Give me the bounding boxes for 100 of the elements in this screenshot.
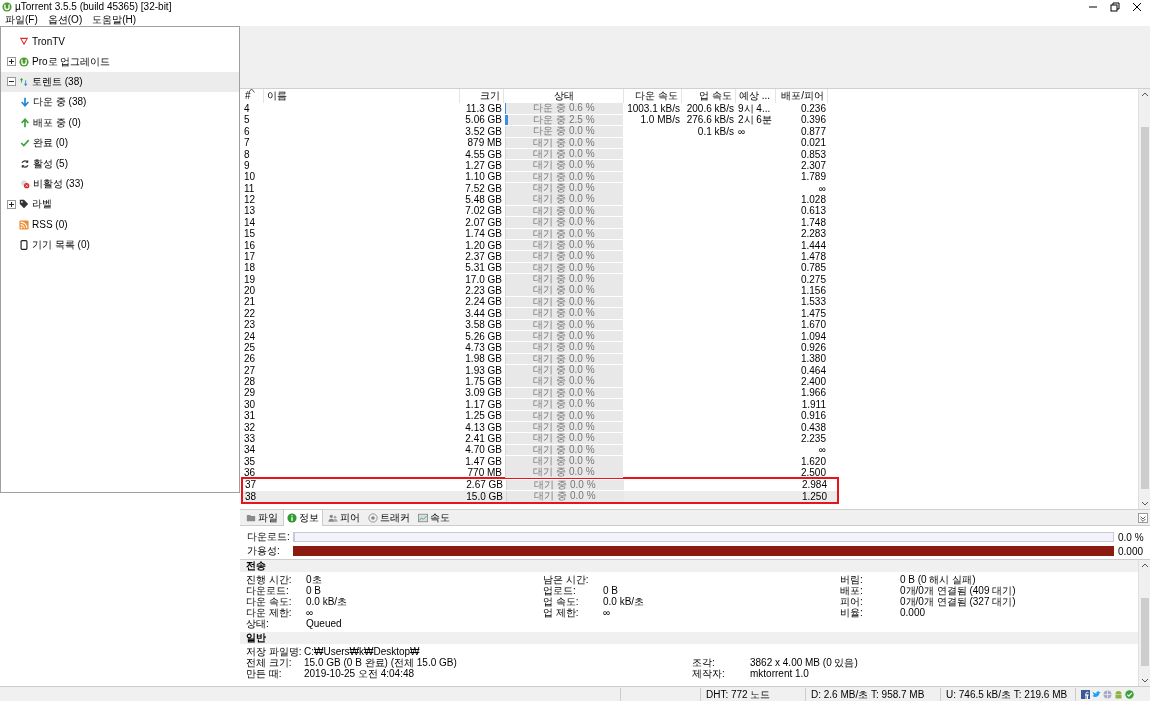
sidebar-item[interactable]: 토렌트 (38): [1, 71, 239, 93]
column-header[interactable]: 다운 속도: [624, 89, 682, 103]
field-value: 0초: [306, 574, 323, 585]
field-label: 다운로드:: [247, 530, 291, 544]
utorrent-logo-icon: [19, 56, 29, 67]
scrollbar-thumb[interactable]: [1140, 127, 1149, 489]
sidebar-item[interactable]: 라벨: [1, 194, 239, 215]
tab[interactable]: 피어: [325, 509, 363, 526]
scrollbar-thumb[interactable]: [1140, 598, 1149, 666]
restore-icon[interactable]: [1110, 1, 1120, 12]
collapse-icon[interactable]: [7, 77, 16, 87]
people-icon: [328, 512, 338, 523]
status-progress-bar: 대기 중 0.0 %: [505, 251, 623, 262]
table-cell-text: 6: [243, 125, 251, 138]
table-cell-text: 879 MB: [466, 137, 503, 149]
sidebar-item[interactable]: RSS (0): [1, 214, 239, 235]
table-cell-text: 4: [243, 103, 251, 115]
table-cell-text: 2.500: [799, 467, 827, 479]
column-header[interactable]: 크기: [460, 89, 504, 103]
field-value: mktorrent 1.0: [750, 668, 810, 679]
status-progress-bar: 대기 중 0.0 %: [505, 149, 623, 160]
table-cell-text: 2.283: [799, 228, 827, 240]
field-label: 버림:: [840, 574, 864, 585]
sidebar-item[interactable]: 배포 중 (0): [1, 112, 239, 133]
expand-icon[interactable]: [7, 57, 16, 67]
table-cell-text: ∞: [737, 125, 747, 138]
facebook-icon[interactable]: [1081, 689, 1090, 699]
collapse-button[interactable]: [1138, 512, 1148, 523]
table-cell-text: 1.25 GB: [464, 410, 503, 422]
table-cell-text: 38: [244, 490, 258, 503]
column-header[interactable]: #: [242, 89, 264, 103]
table-cell-text: 276.6 kB/s: [685, 114, 735, 126]
scroll-up-icon[interactable]: [1140, 91, 1149, 97]
status-progress-bar: 대기 중 0.0 %: [505, 353, 623, 365]
section-title: 전송: [246, 560, 266, 571]
status-progress-bar: 다운 중 0.0 %: [505, 126, 623, 137]
status-progress-bar: 대기 중 0.0 %: [505, 262, 623, 274]
table-cell-text: ∞: [817, 444, 827, 456]
field-label: 다운로드:: [246, 585, 290, 596]
table-cell-text: 1.93 GB: [464, 364, 503, 376]
status-progress-bar: 대기 중 0.0 %: [505, 274, 623, 285]
status-progress-bar: 다운 중 2.5 %: [505, 114, 623, 126]
close-icon[interactable]: [1132, 1, 1142, 12]
table-cell-text: 22: [243, 307, 257, 320]
table-cell-text: 1.966: [799, 387, 827, 399]
menu-item[interactable]: 옵션(O): [47, 12, 83, 27]
column-header[interactable]: 예상 ...: [736, 89, 776, 103]
table-cell-text: 1.27 GB: [464, 159, 503, 172]
column-header[interactable]: 업 속도: [682, 89, 736, 103]
scrollbar[interactable]: [1138, 560, 1150, 686]
sidebar-item[interactable]: 다운 중 (38): [1, 92, 239, 113]
sidebar-item[interactable]: 비활성 (33): [1, 173, 239, 195]
table-cell-text: 3.58 GB: [464, 319, 503, 331]
table-cell-text: 5.48 GB: [464, 194, 503, 206]
scroll-up-icon[interactable]: [1140, 562, 1149, 568]
sidebar-item[interactable]: Pro로 업그레이드: [1, 51, 239, 72]
column-header[interactable]: 배포/피어: [776, 89, 828, 103]
sidebar-item[interactable]: 기기 목록 (0): [1, 234, 239, 256]
table-cell-text: 0.1 kB/s: [696, 125, 735, 138]
status-progress-bar: 대기 중 0.0 %: [505, 194, 623, 205]
sort-icon: [248, 88, 255, 93]
menu-item[interactable]: 파일(F): [5, 12, 38, 27]
status-progress-bar: 대기 중 0.0 %: [505, 387, 623, 399]
field-label: 다운 제한:: [246, 607, 293, 618]
table-cell-text: 0.877: [799, 125, 827, 138]
scroll-down-icon[interactable]: [1140, 501, 1149, 507]
status-progress-bar: 대기 중 0.0 %: [505, 160, 623, 171]
sidebar-item[interactable]: 완료 (0): [1, 132, 239, 154]
table-cell-text: 18: [243, 262, 257, 274]
table-cell-text: 3.52 GB: [464, 125, 503, 138]
table-cell-text: 9: [243, 159, 251, 172]
table-cell-text: 1.533: [799, 296, 827, 308]
table-cell-text: 3.44 GB: [464, 307, 503, 320]
tab[interactable]: 파일: [243, 509, 281, 526]
status-progress-bar: 대기 중 0.0 %: [505, 171, 623, 183]
tab[interactable]: 트래커: [365, 509, 413, 526]
table-cell-text: 1.478: [799, 250, 827, 263]
tab[interactable]: 속도: [415, 509, 453, 526]
table-cell-text: 35: [243, 455, 257, 467]
table-cell-text: 1.748: [799, 216, 827, 229]
scrollbar[interactable]: [1138, 89, 1150, 509]
table-cell-text: 30: [243, 398, 257, 411]
tab[interactable]: 정보: [283, 509, 323, 526]
sidebar-item[interactable]: 활성 (5): [1, 153, 239, 174]
table-cell-text: 32: [243, 421, 257, 433]
table-cell-text: 10: [243, 171, 257, 183]
sidebar-item[interactable]: TronTV: [1, 31, 239, 52]
scroll-down-icon[interactable]: [1140, 678, 1149, 684]
field-label: 조각:: [692, 657, 716, 668]
column-header[interactable]: 이름: [264, 89, 460, 103]
table-cell-text: 2.67 GB: [465, 479, 504, 491]
tag-icon: [19, 199, 29, 210]
table-cell-text: 2.37 GB: [464, 250, 503, 263]
table-cell-text: 1.789: [799, 171, 827, 183]
down-arrow-icon: [20, 97, 30, 108]
expand-icon[interactable]: [7, 199, 16, 209]
table-cell-text: 26: [243, 353, 257, 365]
table-cell-text: 1.911: [800, 398, 827, 411]
menu-item[interactable]: 도움말(H): [92, 12, 137, 27]
table-cell-text: 25: [243, 341, 257, 354]
